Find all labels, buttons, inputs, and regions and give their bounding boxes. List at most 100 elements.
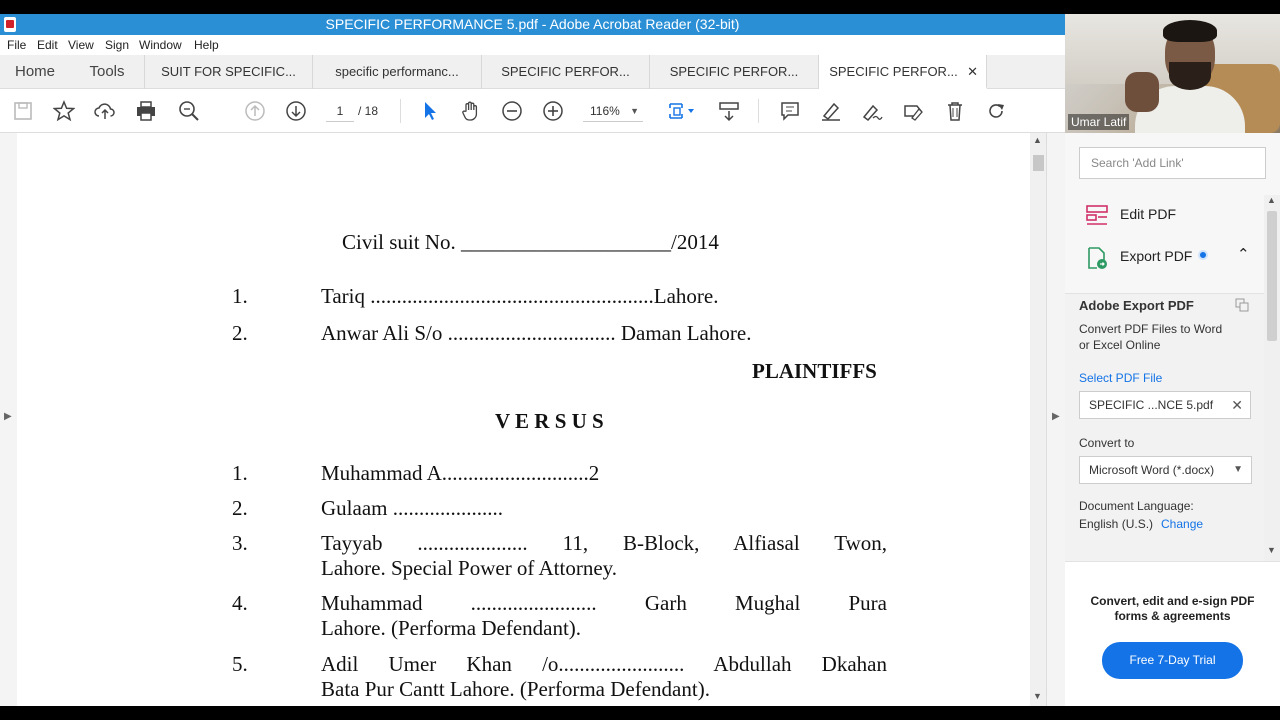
- adobe-export-description: or Excel Online: [1079, 338, 1161, 352]
- selected-file-name: SPECIFIC ...NCE 5.pdf: [1089, 398, 1214, 412]
- promo-section: Convert, edit and e-sign PDF forms & agr…: [1065, 561, 1280, 706]
- menu-help[interactable]: Help: [194, 38, 219, 52]
- plaintiff-entry: Tariq ..................................…: [321, 284, 719, 308]
- tab-document-1[interactable]: SUIT FOR SPECIFIC...: [145, 55, 313, 89]
- page-number-input[interactable]: 1: [326, 100, 354, 122]
- webcam-name-label: Umar Latif: [1068, 114, 1130, 130]
- defendant-number: 4.: [232, 591, 248, 615]
- print-icon[interactable]: [134, 99, 158, 123]
- menu-view[interactable]: View: [68, 38, 94, 52]
- tab-label: SPECIFIC PERFOR...: [501, 64, 630, 79]
- tab-label: SPECIFIC PERFOR...: [829, 64, 958, 79]
- toolbar-divider: [758, 99, 759, 123]
- left-pane-toggle[interactable]: ▶: [0, 133, 17, 706]
- convert-to-select[interactable]: Microsoft Word (*.docx) ▼: [1079, 456, 1252, 484]
- defendant-number: 2.: [232, 496, 248, 520]
- bookmark-star-icon[interactable]: [52, 99, 76, 123]
- adobe-export-title: Adobe Export PDF: [1079, 298, 1194, 313]
- adobe-export-panel: Adobe Export PDF Convert PDF Files to Wo…: [1065, 293, 1264, 561]
- scroll-up-icon[interactable]: ▲: [1033, 135, 1042, 145]
- page-down-icon[interactable]: [284, 99, 308, 123]
- scroll-down-icon[interactable]: ▼: [1033, 691, 1042, 701]
- clear-file-icon[interactable]: ✕: [1231, 392, 1243, 418]
- adobe-export-description: Convert PDF Files to Word: [1079, 322, 1223, 336]
- defendant-entry: Gulaam .....................: [321, 496, 503, 520]
- zoom-value: 116%: [590, 104, 620, 118]
- tab-home[interactable]: Home: [0, 55, 70, 89]
- select-pdf-file-label: Select PDF File: [1079, 371, 1163, 385]
- rotate-icon[interactable]: [984, 99, 1008, 123]
- page-total: / 18: [358, 104, 379, 118]
- tab-document-5-active[interactable]: SPECIFIC PERFOR... ✕: [819, 55, 987, 89]
- zoom-out-icon[interactable]: [500, 99, 524, 123]
- highlight-pen-icon[interactable]: [819, 99, 843, 123]
- tab-tools[interactable]: Tools: [70, 55, 145, 89]
- window-title: SPECIFIC PERFORMANCE 5.pdf - Adobe Acrob…: [325, 16, 740, 32]
- scrollbar-thumb[interactable]: [1033, 155, 1044, 171]
- new-badge-icon: [1198, 250, 1208, 260]
- export-pdf-label: Export PDF: [1120, 248, 1193, 264]
- defendant-entry: Muhammad A............................2: [321, 461, 600, 485]
- zoom-in-icon[interactable]: [541, 99, 565, 123]
- promo-text: forms & agreements: [1114, 609, 1231, 623]
- select-cursor-icon[interactable]: [418, 99, 442, 123]
- menu-file[interactable]: File: [7, 38, 26, 52]
- document-scrollbar[interactable]: ▲ ▼: [1030, 133, 1046, 706]
- window-titlebar: SPECIFIC PERFORMANCE 5.pdf - Adobe Acrob…: [0, 14, 1065, 35]
- person-hair: [1163, 20, 1217, 42]
- menu-edit[interactable]: Edit: [37, 38, 58, 52]
- acrobat-app-icon: [4, 17, 16, 32]
- menu-bar: File Edit View Sign Window Help: [0, 35, 1065, 55]
- convert-to-value: Microsoft Word (*.docx): [1089, 463, 1215, 477]
- toolbar: 1 / 18 116% ▼: [0, 89, 1065, 133]
- change-language-link[interactable]: Change: [1161, 517, 1203, 531]
- tab-document-4[interactable]: SPECIFIC PERFOR...: [650, 55, 819, 89]
- search-zoom-icon[interactable]: [177, 99, 201, 123]
- menu-sign[interactable]: Sign: [105, 38, 129, 52]
- menu-window[interactable]: Window: [139, 38, 182, 52]
- zoom-select[interactable]: 116% ▼: [583, 100, 643, 122]
- defendant-entry-line2: Lahore. (Performa Defendant).: [321, 616, 582, 640]
- right-pane-toggle[interactable]: ▶: [1046, 133, 1065, 706]
- plaintiff-entry: Anwar Ali S/o ..........................…: [321, 321, 752, 345]
- fill-sign-icon[interactable]: [901, 99, 925, 123]
- page-up-icon[interactable]: [243, 99, 267, 123]
- scroll-up-icon[interactable]: ▲: [1267, 195, 1276, 205]
- tools-search-input[interactable]: Search 'Add Link': [1079, 147, 1266, 179]
- tab-document-3[interactable]: SPECIFIC PERFOR...: [482, 55, 650, 89]
- suit-number-line: Civil suit No. ____________________/2014: [342, 230, 719, 254]
- fit-page-icon[interactable]: [664, 99, 698, 123]
- pdf-page: Civil suit No. ____________________/2014…: [17, 133, 1030, 706]
- export-pdf-icon: [1085, 246, 1109, 270]
- selected-file-field[interactable]: SPECIFIC ...NCE 5.pdf ✕: [1079, 391, 1251, 419]
- tab-close-icon[interactable]: ✕: [967, 55, 978, 87]
- defendant-number: 3.: [232, 531, 248, 555]
- tab-label: specific performanc...: [335, 64, 459, 79]
- tab-label: SPECIFIC PERFOR...: [669, 64, 799, 79]
- defendant-entry-line2: Lahore. Special Power of Attorney.: [321, 556, 618, 580]
- sign-icon[interactable]: [860, 99, 884, 123]
- webcam-overlay: Umar Latif: [1065, 14, 1280, 133]
- save-icon[interactable]: [11, 99, 35, 123]
- comment-icon[interactable]: [778, 99, 802, 123]
- plaintiff-number: 1.: [232, 284, 248, 308]
- convert-to-label: Convert to: [1079, 436, 1135, 450]
- chevron-right-icon: ▶: [4, 411, 12, 422]
- scroll-mode-icon[interactable]: [717, 99, 741, 123]
- document-language-value: English (U.S.): [1079, 517, 1154, 531]
- versus-heading: V E R S U S: [495, 409, 604, 433]
- scroll-down-icon[interactable]: ▼: [1267, 545, 1276, 555]
- delete-icon[interactable]: [943, 99, 967, 123]
- upload-cloud-icon[interactable]: [93, 99, 117, 123]
- person-hand: [1125, 72, 1159, 112]
- hand-icon[interactable]: [459, 99, 483, 123]
- free-trial-button[interactable]: Free 7-Day Trial: [1102, 642, 1243, 679]
- scrollbar-thumb[interactable]: [1267, 211, 1277, 341]
- plaintiff-number: 2.: [232, 321, 248, 345]
- right-panel-scrollbar[interactable]: ▲ ▼: [1264, 195, 1280, 563]
- document-area: ▶ Civil suit No. ____________________/20…: [0, 133, 1065, 706]
- copy-icon[interactable]: [1235, 298, 1249, 312]
- tab-label: SUIT FOR SPECIFIC...: [161, 64, 296, 79]
- tab-document-2[interactable]: specific performanc...: [313, 55, 482, 89]
- chevron-up-icon[interactable]: ⌃: [1237, 245, 1250, 263]
